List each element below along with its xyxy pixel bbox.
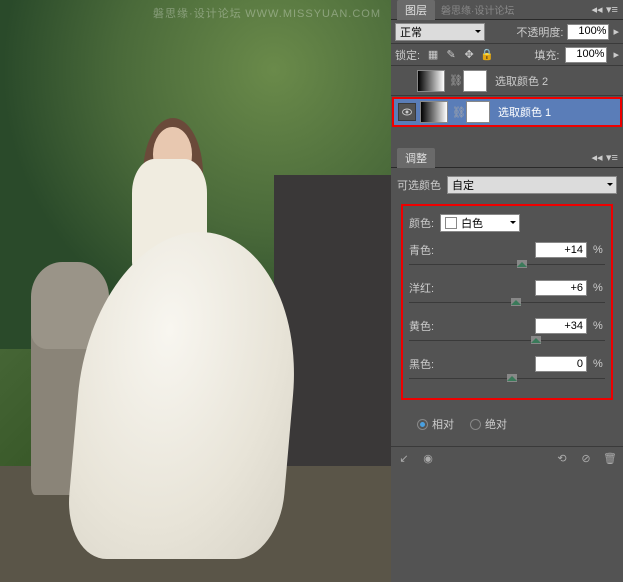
lock-all-icon[interactable]: 🔒 bbox=[480, 48, 494, 62]
visibility-toggle[interactable] bbox=[398, 103, 416, 121]
percent-sign: % bbox=[593, 320, 605, 332]
adjustments-body: 可选颜色 自定 颜色: 白色 青色: +14 % bbox=[391, 168, 623, 446]
lock-icons: ▦ ✎ ✥ 🔒 bbox=[426, 48, 494, 62]
black-slider[interactable] bbox=[409, 374, 605, 384]
eye-icon bbox=[401, 106, 413, 118]
document-canvas[interactable]: 磐思缘·设计论坛 WWW.MISSYUAN.COM bbox=[0, 0, 391, 582]
panel-menu: ◂◂ ▾≡ bbox=[590, 2, 619, 16]
adjustment-thumb[interactable] bbox=[417, 70, 445, 92]
return-to-layer-icon[interactable]: ↙ bbox=[395, 450, 413, 468]
fill-label: 填充: bbox=[534, 47, 559, 63]
delete-adjustment-icon[interactable]: 🗑 bbox=[601, 450, 619, 468]
radio-dot-off bbox=[470, 419, 481, 430]
collapse-icon[interactable]: ◂◂ bbox=[590, 150, 604, 164]
reset-icon[interactable]: ⊘ bbox=[577, 450, 595, 468]
percent-sign: % bbox=[593, 244, 605, 256]
fill-input[interactable]: 100% bbox=[565, 47, 607, 63]
layer-row-selected[interactable]: ⛓ 选取颜色 1 bbox=[392, 97, 622, 127]
slider-handle[interactable] bbox=[517, 260, 527, 268]
cyan-slider-row: 青色: +14 % bbox=[409, 240, 605, 260]
percent-sign: % bbox=[593, 282, 605, 294]
yellow-slider[interactable] bbox=[409, 336, 605, 346]
radio-dot-on bbox=[417, 419, 428, 430]
absolute-label: 绝对 bbox=[485, 416, 507, 432]
magenta-slider[interactable] bbox=[409, 298, 605, 308]
color-value: 白色 bbox=[461, 215, 483, 231]
adjustment-thumb[interactable] bbox=[420, 101, 448, 123]
color-swatch bbox=[445, 217, 457, 229]
black-value[interactable]: 0 bbox=[535, 356, 587, 372]
layer-name[interactable]: 选取颜色 1 bbox=[494, 104, 616, 120]
lock-transparency-icon[interactable]: ▦ bbox=[426, 48, 440, 62]
lock-label: 锁定: bbox=[395, 47, 420, 63]
percent-sign: % bbox=[593, 358, 605, 370]
cyan-label: 青色: bbox=[409, 242, 443, 258]
black-label: 黑色: bbox=[409, 356, 443, 372]
color-picker-row: 颜色: 白色 bbox=[409, 212, 605, 234]
layers-panel-header: 图层 磐思缘·设计论坛 ◂◂ ▾≡ bbox=[391, 0, 623, 20]
color-label: 颜色: bbox=[409, 215, 434, 231]
slider-handle[interactable] bbox=[507, 374, 517, 382]
previous-state-icon[interactable]: ⟲ bbox=[553, 450, 571, 468]
link-icon: ⛓ bbox=[452, 106, 462, 119]
dress bbox=[64, 232, 308, 559]
collapse-icon[interactable]: ◂◂ bbox=[590, 2, 604, 16]
method-radio-row: 相对 绝对 bbox=[397, 408, 617, 440]
figure bbox=[78, 105, 293, 559]
panel-menu-icon[interactable]: ▾≡ bbox=[605, 150, 619, 164]
adjustments-footer: ↙ ◉ ⟲ ⊘ 🗑 bbox=[391, 446, 623, 470]
magenta-label: 洋红: bbox=[409, 280, 443, 296]
preset-dropdown[interactable]: 自定 bbox=[447, 176, 617, 194]
relative-radio[interactable]: 相对 bbox=[417, 416, 454, 432]
layer-mask-thumb[interactable] bbox=[463, 70, 487, 92]
cyan-value[interactable]: +14 bbox=[535, 242, 587, 258]
layers-tab[interactable]: 图层 bbox=[397, 0, 435, 20]
highlighted-controls: 颜色: 白色 青色: +14 % 洋红: bbox=[401, 204, 613, 400]
adjustment-type-label: 可选颜色 bbox=[397, 177, 441, 193]
layer-row[interactable]: ⛓ 选取颜色 2 bbox=[391, 66, 623, 96]
slider-handle[interactable] bbox=[511, 298, 521, 306]
adjustment-type-row: 可选颜色 自定 bbox=[397, 174, 617, 196]
blend-mode-row: 正常 不透明度: 100% ▸ bbox=[391, 20, 623, 44]
adjustments-panel: 调整 ◂◂ ▾≡ 可选颜色 自定 颜色: 白色 bbox=[391, 148, 623, 470]
adjustments-panel-header: 调整 ◂◂ ▾≡ bbox=[391, 148, 623, 168]
yellow-label: 黄色: bbox=[409, 318, 443, 334]
cyan-slider[interactable] bbox=[409, 260, 605, 270]
watermark-header: 磐思缘·设计论坛 bbox=[441, 2, 514, 17]
magenta-slider-row: 洋红: +6 % bbox=[409, 278, 605, 298]
yellow-slider-row: 黄色: +34 % bbox=[409, 316, 605, 336]
panel-menu: ◂◂ ▾≡ bbox=[590, 150, 619, 164]
watermark: 磐思缘·设计论坛 WWW.MISSYUAN.COM bbox=[153, 5, 381, 21]
yellow-value[interactable]: +34 bbox=[535, 318, 587, 334]
opacity-label: 不透明度: bbox=[516, 24, 563, 40]
opacity-input[interactable]: 100% bbox=[567, 24, 609, 40]
watermark-text: 磐思缘·设计论坛 bbox=[153, 8, 242, 20]
color-dropdown[interactable]: 白色 bbox=[440, 214, 520, 232]
magenta-value[interactable]: +6 bbox=[535, 280, 587, 296]
opacity-caret-icon[interactable]: ▸ bbox=[613, 25, 619, 38]
panels-column: 图层 磐思缘·设计论坛 ◂◂ ▾≡ 正常 不透明度: 100% ▸ 锁定: ▦ … bbox=[391, 0, 623, 582]
absolute-radio[interactable]: 绝对 bbox=[470, 416, 507, 432]
relative-label: 相对 bbox=[432, 416, 454, 432]
blend-mode-dropdown[interactable]: 正常 bbox=[395, 23, 485, 41]
slider-group: 青色: +14 % 洋红: +6 % 黄色: bbox=[409, 236, 605, 392]
panel-menu-icon[interactable]: ▾≡ bbox=[605, 2, 619, 16]
toggle-visibility-icon[interactable]: ◉ bbox=[419, 450, 437, 468]
link-icon: ⛓ bbox=[449, 74, 459, 87]
fill-caret-icon[interactable]: ▸ bbox=[613, 48, 619, 61]
adjustments-tab[interactable]: 调整 bbox=[397, 148, 435, 168]
layer-name[interactable]: 选取颜色 2 bbox=[491, 73, 619, 89]
lock-pixels-icon[interactable]: ✎ bbox=[444, 48, 458, 62]
lock-position-icon[interactable]: ✥ bbox=[462, 48, 476, 62]
lock-row: 锁定: ▦ ✎ ✥ 🔒 填充: 100% ▸ bbox=[391, 44, 623, 66]
watermark-url: WWW.MISSYUAN.COM bbox=[245, 8, 381, 20]
slider-handle[interactable] bbox=[531, 336, 541, 344]
layer-mask-thumb[interactable] bbox=[466, 101, 490, 123]
